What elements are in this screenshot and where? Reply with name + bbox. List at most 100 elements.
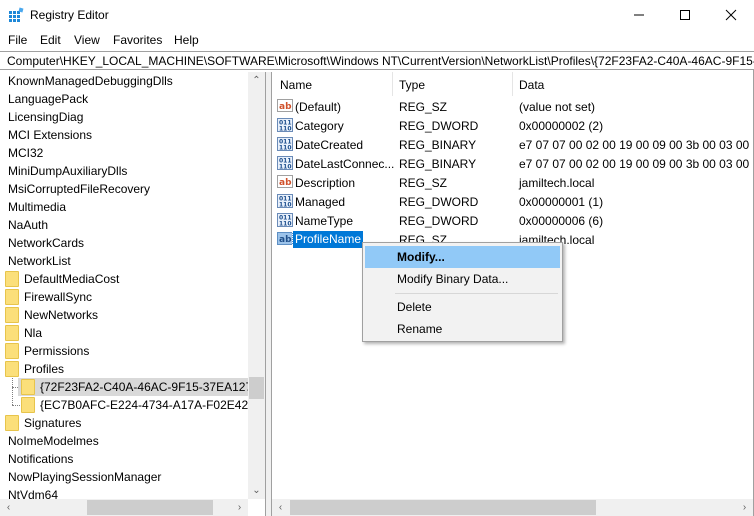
address-bar[interactable]: Computer\HKEY_LOCAL_MACHINE\SOFTWARE\Mic… — [0, 51, 754, 70]
menu-item-rename[interactable]: Rename — [365, 318, 560, 340]
chevron-down-icon: ⌄ — [252, 485, 261, 496]
svg-text:110: 110 — [279, 164, 292, 171]
folder-icon — [21, 397, 35, 413]
tree-vertical-scrollbar[interactable]: ⌃ ⌄ — [248, 72, 265, 499]
minimize-button[interactable] — [616, 0, 662, 30]
column-header-name[interactable]: Name — [280, 78, 312, 92]
scroll-up-arrow[interactable]: ⌃ — [248, 72, 265, 89]
column-divider[interactable] — [512, 72, 513, 96]
address-path[interactable]: Computer\HKEY_LOCAL_MACHINE\SOFTWARE\Mic… — [7, 54, 754, 68]
list-row[interactable]: 011 110 NameType REG_DWORD 0x00000006 (6) — [272, 211, 754, 230]
menu-item-modify-binary[interactable]: Modify Binary Data... — [365, 268, 560, 290]
title-bar: Registry Editor — [0, 0, 754, 30]
list-row[interactable]: 011 110 DateLastConnec... REG_BINARY e7 0… — [272, 154, 754, 173]
tree-item[interactable]: DefaultMediaCost — [0, 270, 248, 288]
tree-horizontal-scrollbar[interactable]: ‹ › — [0, 499, 248, 516]
tree-item[interactable]: Permissions — [0, 342, 248, 360]
list-row[interactable]: ab Description REG_SZ jamiltech.local — [272, 173, 754, 192]
binary-value-icon: 011110 — [277, 118, 293, 133]
tree-item-profiles[interactable]: Profiles — [0, 360, 248, 378]
tree-item[interactable]: NoImeModelmes — [0, 432, 248, 450]
binary-value-icon: 011110 — [277, 137, 293, 152]
folder-icon — [5, 361, 19, 377]
tree-item[interactable]: Nla — [0, 324, 248, 342]
svg-text:ab: ab — [279, 178, 292, 188]
string-value-icon: ab — [277, 175, 293, 188]
maximize-button[interactable] — [662, 0, 708, 30]
folder-icon — [5, 325, 19, 341]
string-value-icon: ab — [277, 232, 293, 245]
folder-icon — [5, 271, 19, 287]
tree-item[interactable]: LicensingDiag — [0, 108, 248, 126]
menu-bar: File Edit View Favorites Help — [0, 30, 754, 50]
svg-text:110: 110 — [279, 202, 292, 209]
menu-file[interactable]: File — [8, 33, 27, 47]
tree-item[interactable]: Notifications — [0, 450, 248, 468]
list-row[interactable]: ab (Default) REG_SZ (value not set) — [272, 97, 754, 116]
column-header-type[interactable]: Type — [399, 78, 425, 92]
tree-item[interactable]: FirewallSync — [0, 288, 248, 306]
list-row[interactable]: 011 110 Managed REG_DWORD 0x00000001 (1) — [272, 192, 754, 211]
tree-item[interactable]: KnownManagedDebuggingDlls — [0, 72, 248, 90]
svg-text:110: 110 — [279, 145, 292, 152]
tree-item[interactable]: NetworkCards — [0, 234, 248, 252]
scroll-down-arrow[interactable]: ⌄ — [248, 482, 265, 499]
context-menu: Modify... Modify Binary Data... Delete R… — [362, 242, 563, 342]
chevron-left-icon: ‹ — [6, 502, 11, 513]
tree-item[interactable]: Multimedia — [0, 198, 248, 216]
scroll-thumb[interactable] — [290, 500, 596, 515]
menu-item-delete[interactable]: Delete — [365, 296, 560, 318]
list-row[interactable]: 011 110 Category REG_DWORD 0x00000002 (2) — [272, 116, 754, 135]
tree-item[interactable]: MCI Extensions — [0, 126, 248, 144]
chevron-up-icon: ⌃ — [252, 75, 261, 86]
folder-icon — [5, 307, 19, 323]
binary-value-icon: 011110 — [277, 194, 293, 209]
tree-item[interactable]: MsiCorruptedFileRecovery — [0, 180, 248, 198]
scroll-thumb[interactable] — [87, 500, 213, 515]
menu-edit[interactable]: Edit — [40, 33, 61, 47]
tree-item[interactable]: MCI32 — [0, 144, 248, 162]
list-horizontal-scrollbar[interactable]: ‹ › — [272, 499, 753, 516]
column-header-data[interactable]: Data — [519, 78, 544, 92]
svg-text:ab: ab — [279, 235, 292, 245]
menu-favorites[interactable]: Favorites — [113, 33, 162, 47]
tree-item[interactable]: {EC7B0AFC-E224-4734-A17A-F02E42CB — [18, 396, 265, 414]
scroll-right-arrow[interactable]: › — [231, 499, 248, 516]
tree-item[interactable]: LanguagePack — [0, 90, 248, 108]
tree-item[interactable]: NewNetworks — [0, 306, 248, 324]
menu-help[interactable]: Help — [174, 33, 199, 47]
tree-item[interactable]: MiniDumpAuxiliaryDlls — [0, 162, 248, 180]
menu-view[interactable]: View — [74, 33, 100, 47]
scroll-right-arrow[interactable]: › — [736, 499, 753, 516]
tree-connector — [12, 378, 13, 405]
binary-value-icon: 011110 — [277, 156, 293, 171]
tree-item-networklist[interactable]: NetworkList — [0, 252, 248, 270]
close-icon — [725, 9, 737, 21]
svg-text:110: 110 — [279, 221, 292, 228]
chevron-left-icon: ‹ — [278, 502, 283, 513]
minimize-icon — [634, 14, 644, 16]
folder-icon — [5, 415, 19, 431]
binary-value-icon: 011110 — [277, 213, 293, 228]
folder-icon — [5, 343, 19, 359]
column-divider[interactable] — [392, 72, 393, 96]
folder-icon — [5, 289, 19, 305]
window-title: Registry Editor — [30, 8, 109, 22]
scroll-thumb[interactable] — [249, 377, 264, 399]
tree-item[interactable]: NaAuth — [0, 216, 248, 234]
string-value-icon: ab — [277, 99, 293, 112]
list-header: Name Type Data — [272, 72, 754, 96]
svg-text:110: 110 — [279, 126, 292, 133]
tree-item[interactable]: Signatures — [0, 414, 248, 432]
key-tree: KnownManagedDebuggingDlls LanguagePack L… — [0, 72, 266, 516]
list-row[interactable]: 011 110 DateCreated REG_BINARY e7 07 07 0… — [272, 135, 754, 154]
menu-item-modify[interactable]: Modify... — [365, 246, 560, 268]
scroll-left-arrow[interactable]: ‹ — [0, 499, 17, 516]
tree-item-selected-profile[interactable]: {72F23FA2-C40A-46AC-9F15-37EA1279D — [18, 378, 265, 396]
registry-editor-icon — [9, 7, 24, 22]
tree-item[interactable]: NowPlayingSessionManager — [0, 468, 248, 486]
close-button[interactable] — [708, 0, 754, 30]
menu-separator — [395, 293, 558, 294]
scroll-left-arrow[interactable]: ‹ — [272, 499, 289, 516]
folder-icon — [21, 379, 35, 395]
